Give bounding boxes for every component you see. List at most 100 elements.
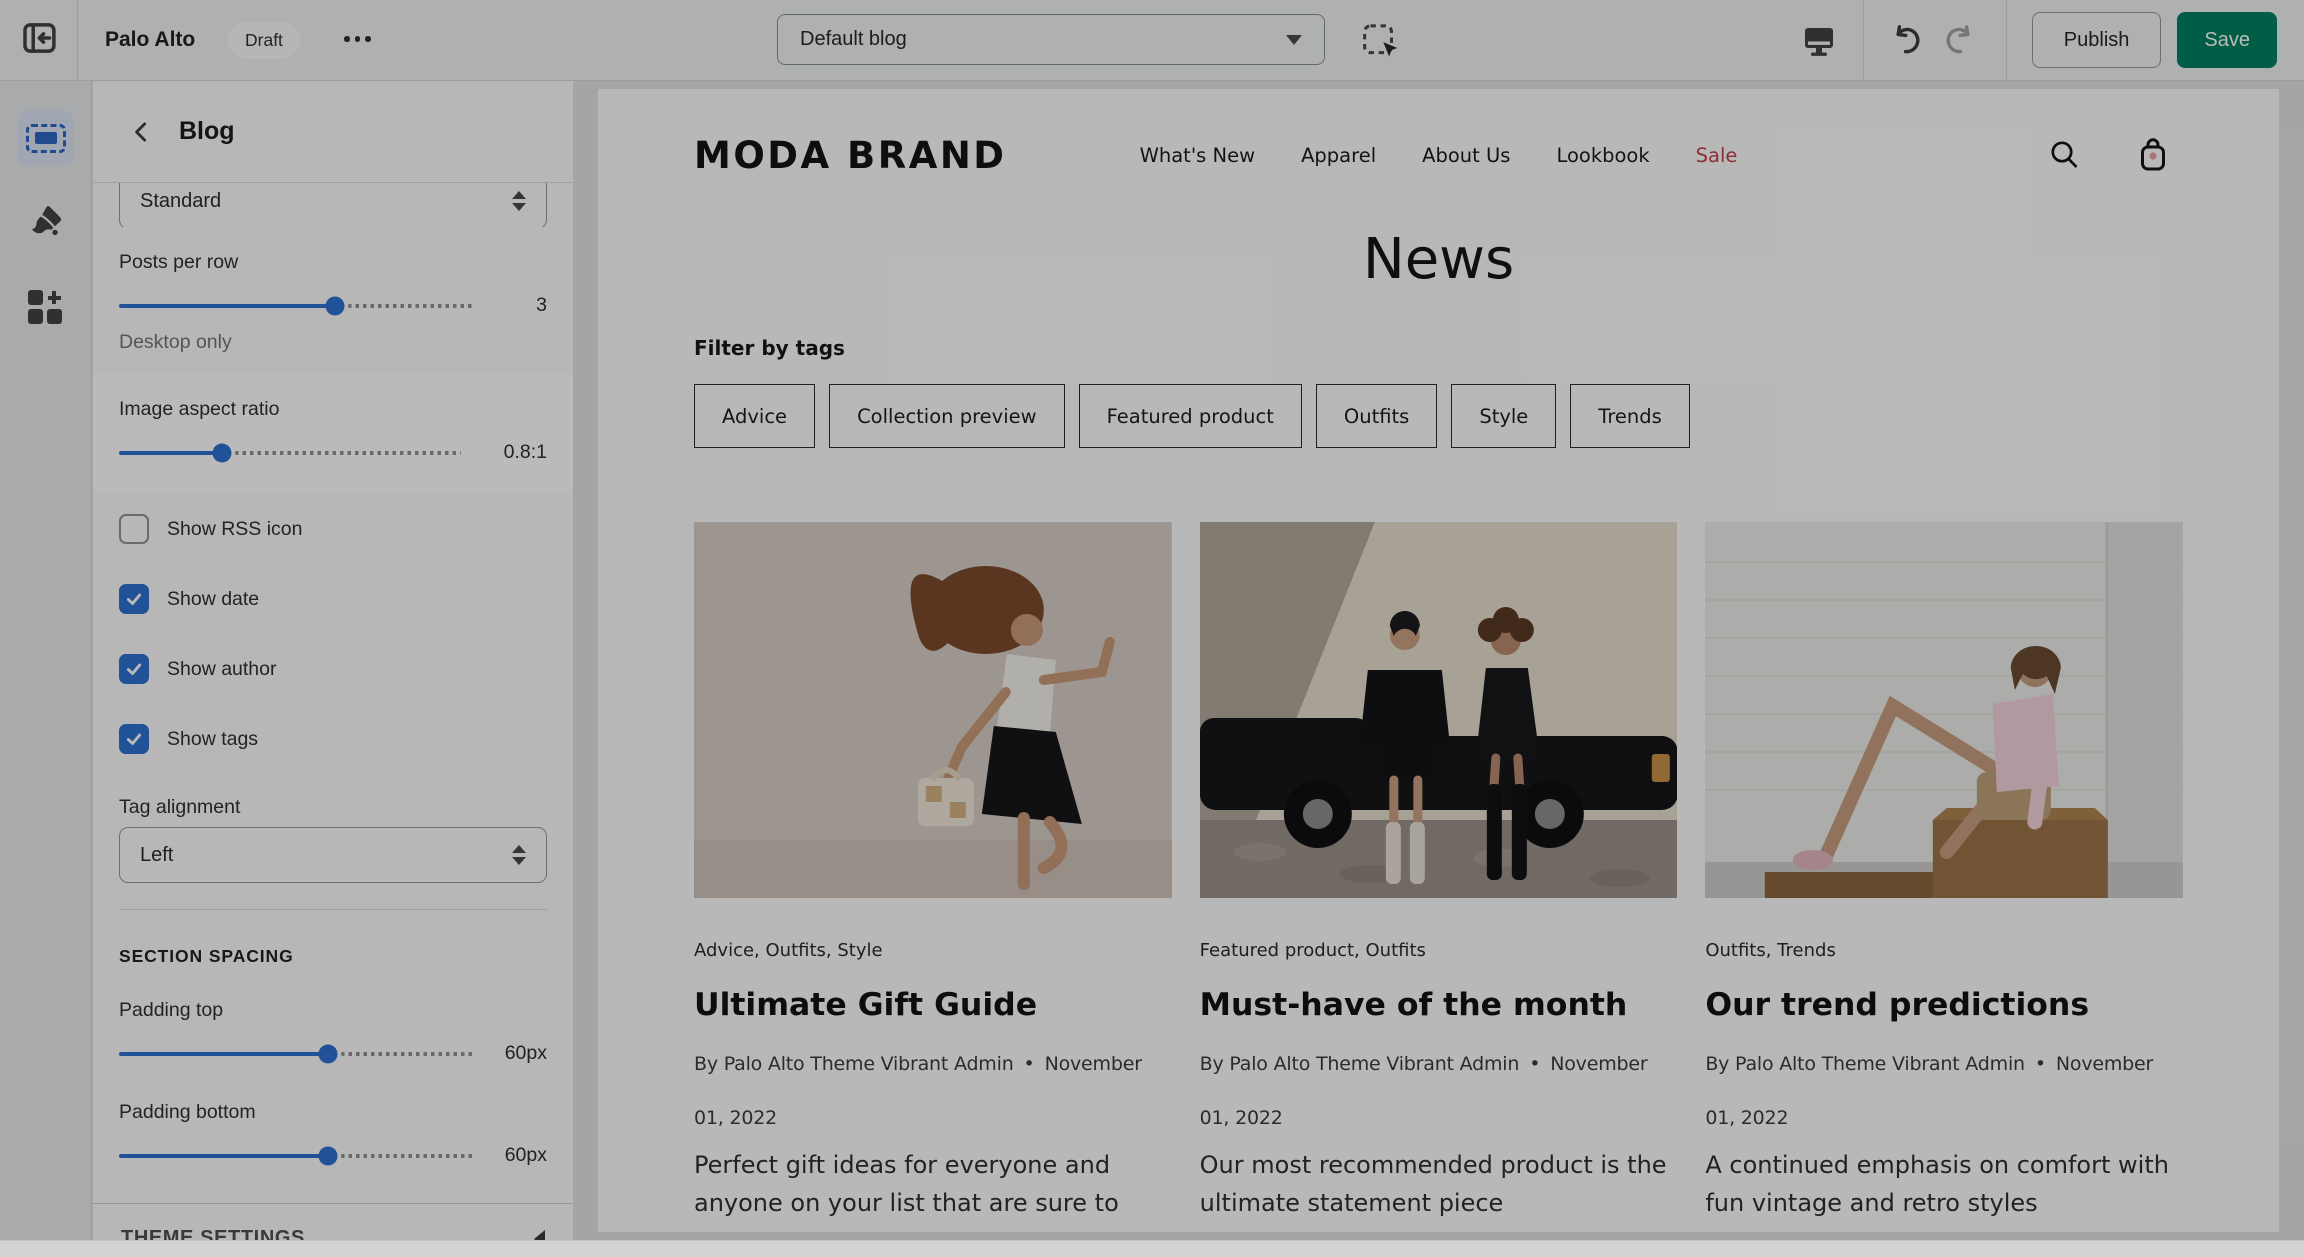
posts-per-row-value: 3 [483,294,547,317]
slider-track[interactable] [119,451,461,455]
slider-knob[interactable] [325,296,344,315]
post-photo-running-model[interactable] [694,522,1172,898]
tag-filter-row: Advice Collection preview Featured produ… [694,384,2183,448]
tag-alignment-select[interactable]: Left [119,827,547,883]
redo-button[interactable] [1940,20,1980,60]
page-title: News [598,227,2279,292]
store-nav: What's New Apparel About Us Lookbook Sal… [1140,144,1738,167]
post-title[interactable]: Ultimate Gift Guide [694,987,1172,1023]
tag-filter-collection-preview[interactable]: Collection preview [829,384,1065,448]
post-title[interactable]: Must-have of the month [1200,987,1678,1023]
sections-icon [26,124,66,153]
tag-filter-featured-product[interactable]: Featured product [1079,384,1302,448]
image-aspect-ratio-highlight: Image aspect ratio 0.8:1 [93,374,573,494]
slider-track[interactable] [119,1052,473,1056]
toggle-list: Show RSS icon Show date Show author Show… [93,514,573,754]
show-rss-icon-checkbox[interactable]: Show RSS icon [119,514,547,544]
undo-button[interactable] [1886,20,1926,60]
image-aspect-ratio-label: Image aspect ratio [119,398,547,421]
post-byline: By Palo Alto Theme Vibrant Admin•Novembe… [1705,1037,2183,1145]
select-section-tool-button[interactable] [1360,20,1402,62]
theme-settings-tab[interactable] [18,195,74,251]
padding-top-value: 60px [483,1042,547,1065]
header-icons [2047,135,2171,175]
posts-per-row-slider: 3 [119,294,547,317]
desktop-preview-icon[interactable] [1799,20,1839,60]
blog-style-select[interactable]: Standard [119,183,547,227]
nav-about-us[interactable]: About Us [1422,144,1510,167]
divider [119,909,547,910]
top-bar-actions: Publish Save [1799,0,2277,80]
byline-separator: • [2035,1053,2046,1075]
editor-left-rail [0,81,92,1240]
post-excerpt: A continued emphasis on comfort with fun… [1705,1147,2183,1223]
checkbox-icon [119,584,149,614]
panel-title: Blog [179,117,235,146]
exit-icon [18,17,60,64]
blog-selector-value: Default blog [800,28,907,51]
byline-separator: • [1529,1053,1540,1075]
nav-apparel[interactable]: Apparel [1301,144,1376,167]
nav-lookbook[interactable]: Lookbook [1556,144,1649,167]
byline-separator: • [1024,1053,1035,1075]
nav-sale[interactable]: Sale [1696,144,1738,167]
tag-filter-outfits[interactable]: Outfits [1316,384,1437,448]
slider-knob[interactable] [318,1146,337,1165]
blog-style-select-cropped: Standard [119,183,547,227]
paintbrush-icon [27,202,65,245]
slider-track[interactable] [119,1154,473,1158]
post-author: By Palo Alto Theme Vibrant Admin [694,1053,1014,1075]
tag-filter-style[interactable]: Style [1451,384,1556,448]
save-button[interactable]: Save [2177,12,2277,68]
show-author-checkbox[interactable]: Show author [119,654,547,684]
post-author: By Palo Alto Theme Vibrant Admin [1705,1053,2025,1075]
publish-button[interactable]: Publish [2032,12,2162,68]
padding-top-label: Padding top [119,999,547,1022]
panel-header: Blog [93,81,573,183]
post-tags[interactable]: Featured product, Outfits [1200,940,1678,961]
slider-knob[interactable] [212,443,231,462]
post-title[interactable]: Our trend predictions [1705,987,2183,1023]
post-tags[interactable]: Advice, Outfits, Style [694,940,1172,961]
section-settings-panel: Blog Standard Posts per row 3 Desktop on… [93,81,573,1240]
show-date-checkbox[interactable]: Show date [119,584,547,614]
back-button[interactable] [129,119,155,145]
blog-post-card: Advice, Outfits, Style Ultimate Gift Gui… [694,522,1172,1223]
checkbox-label: Show RSS icon [167,518,302,541]
cart-bag-icon[interactable] [2135,135,2171,175]
posts-per-row-label: Posts per row [119,251,547,274]
window-bottom-strip [0,1240,2304,1257]
blog-template-selector[interactable]: Default blog [777,14,1325,65]
post-author: By Palo Alto Theme Vibrant Admin [1200,1053,1520,1075]
post-excerpt: Perfect gift ideas for everyone and anyo… [694,1147,1172,1223]
checkbox-label: Show tags [167,728,258,751]
exit-editor-button[interactable] [0,0,78,80]
post-photo-classic-car[interactable] [1200,522,1678,898]
sections-tab[interactable] [18,110,74,166]
post-excerpt: Our most recommended product is the ulti… [1200,1147,1678,1223]
theme-editor: Palo Alto Draft Default blog [0,0,2304,1257]
top-bar: Palo Alto Draft Default blog [0,0,2304,81]
image-aspect-ratio-slider: 0.8:1 [119,441,547,464]
search-icon[interactable] [2047,138,2081,172]
chevron-down-icon [1286,35,1302,45]
status-badge: Draft [228,22,300,59]
show-tags-checkbox[interactable]: Show tags [119,724,547,754]
slider-track[interactable] [119,304,473,308]
apps-tab[interactable] [18,280,74,336]
tag-filter-trends[interactable]: Trends [1570,384,1690,448]
apps-icon [28,290,64,326]
checkbox-label: Show date [167,588,259,611]
blog-post-card: Featured product, Outfits Must-have of t… [1200,522,1678,1223]
nav-whats-new[interactable]: What's New [1140,144,1256,167]
store-header: MODA BRAND What's New Apparel About Us L… [598,89,2279,221]
more-options-button[interactable] [344,36,371,42]
filter-by-tags-label: Filter by tags [694,336,2183,360]
post-photo-pink-cardigan[interactable] [1705,522,2183,898]
slider-knob[interactable] [318,1044,337,1063]
post-tags[interactable]: Outfits, Trends [1705,940,2183,961]
select-updown-icon [512,845,526,865]
blog-post-card: Outfits, Trends Our trend predictions By… [1705,522,2183,1223]
store-logo[interactable]: MODA BRAND [694,134,1007,177]
tag-filter-advice[interactable]: Advice [694,384,815,448]
